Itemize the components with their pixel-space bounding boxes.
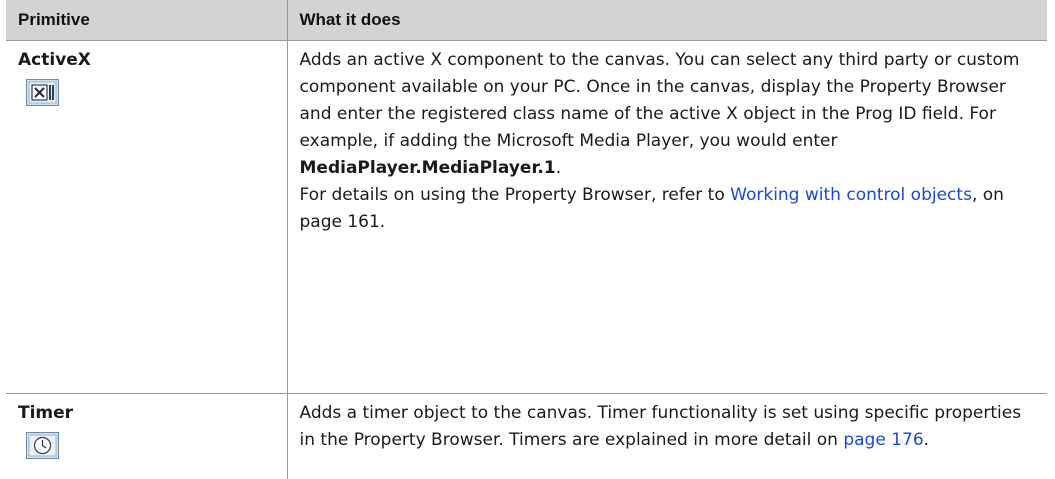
link-page-176[interactable]: page 176: [843, 430, 923, 450]
header-what-it-does: What it does: [286, 0, 1047, 41]
timer-icon: [26, 432, 275, 468]
activex-icon: [26, 79, 275, 115]
activex-reference: For details on using the Property Browse…: [299, 185, 1004, 232]
primitives-table: Primitive What it does ActiveX Adds an a…: [6, 0, 1047, 479]
link-working-with-control-objects[interactable]: Working with control objects: [730, 185, 972, 205]
prog-id-example: MediaPlayer.MediaPlayer.1: [299, 158, 556, 178]
table-header-row: Primitive What it does: [6, 0, 1047, 41]
primitive-name-timer: Timer: [18, 403, 74, 423]
description-cell-activex: Adds an active X component to the canvas…: [286, 40, 1047, 394]
activex-description: Adds an active X component to the canvas…: [299, 50, 1020, 178]
table-row: Timer Adds a timer object to the canvas.…: [6, 393, 1047, 479]
primitive-name-activex: ActiveX: [18, 50, 91, 70]
table-row: ActiveX Adds an active X component to th…: [6, 40, 1047, 394]
primitive-cell-activex: ActiveX: [6, 40, 287, 394]
timer-description: Adds a timer object to the canvas. Timer…: [299, 403, 1022, 450]
description-cell-timer: Adds a timer object to the canvas. Timer…: [286, 393, 1047, 479]
header-primitive: Primitive: [6, 0, 287, 41]
primitive-cell-timer: Timer: [6, 393, 287, 479]
